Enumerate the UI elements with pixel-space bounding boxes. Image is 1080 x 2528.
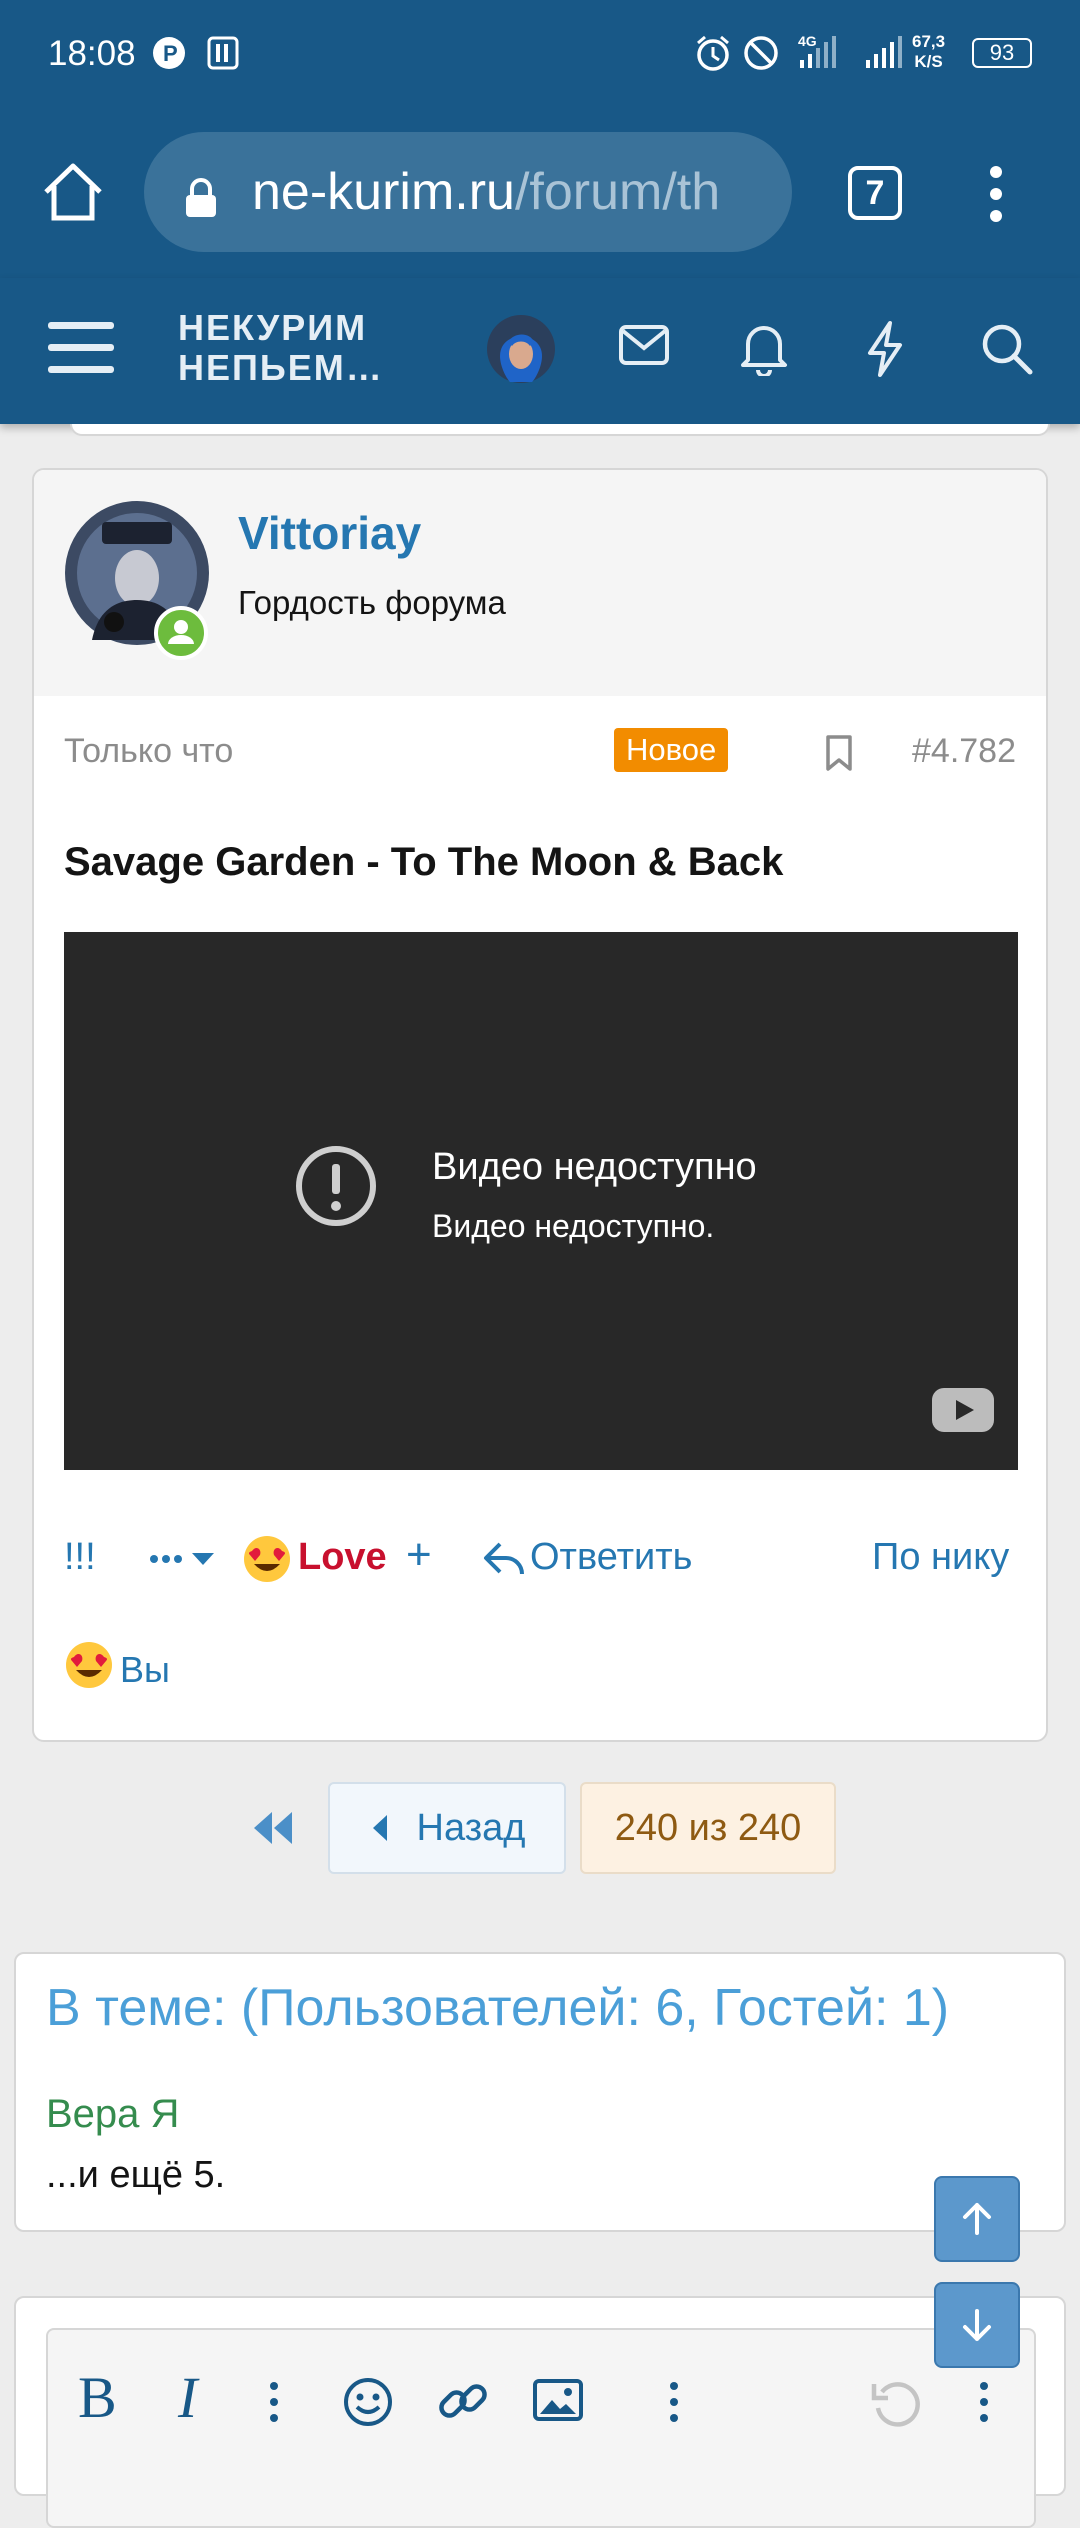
more-options-icon[interactable] (148, 1542, 220, 1585)
battery-level: 93 (989, 40, 1015, 65)
battery-icon: 93 (972, 38, 1032, 68)
quote-by-nick-button[interactable]: По нику (872, 1536, 1009, 1579)
reactions-you-label: Вы (120, 1648, 170, 1690)
video-embed[interactable]: Видео недоступно Видео недоступно. (64, 932, 1018, 1470)
url-path: /forum/th (514, 163, 721, 221)
undo-icon[interactable] (868, 2374, 924, 2435)
bold-button[interactable]: B (78, 2364, 117, 2431)
address-bar[interactable]: ne-kurim.ru/forum/th (144, 132, 792, 252)
home-icon[interactable] (40, 160, 106, 231)
page-label: 240 из 240 (614, 1806, 802, 1849)
arrow-up-icon (963, 2203, 991, 2235)
avatar[interactable] (486, 314, 556, 389)
hamburger-menu-icon[interactable] (48, 318, 114, 383)
post-number[interactable]: #4.782 (912, 732, 1016, 771)
url-host: ne-kurim.ru (252, 163, 515, 221)
whats-new-lightning-icon[interactable] (864, 320, 906, 383)
link-icon[interactable] (436, 2374, 492, 2435)
network-speed-value: 67,3 (912, 32, 946, 51)
in-topic-user[interactable]: Вера Я (46, 2092, 179, 2137)
scroll-to-top-button[interactable] (934, 2176, 1020, 2262)
video-error-title: Видео недоступно (432, 1146, 757, 1188)
lock-icon[interactable] (184, 172, 218, 232)
editor-toolbar: B I (46, 2328, 1036, 2528)
browser-menu-icon[interactable] (984, 162, 1008, 231)
search-icon[interactable] (980, 322, 1034, 381)
previous-post-edge (70, 424, 1050, 436)
post-username[interactable]: Vittoriay (238, 506, 421, 560)
in-topic-header: В теме: (Пользователей: 6, Гостей: 1) (46, 1979, 950, 2037)
user-title: Гордость форума (238, 584, 506, 621)
reply-arrow-icon (482, 1540, 526, 1588)
italic-button[interactable]: I (178, 2364, 197, 2431)
add-reaction-button[interactable]: + (406, 1530, 432, 1580)
tab-count: 7 (865, 174, 885, 212)
current-page-indicator[interactable]: 240 из 240 (580, 1782, 836, 1874)
sim-notification-icon (206, 36, 240, 75)
post-title: Savage Garden - To The Moon & Back (64, 840, 784, 884)
tab-switcher-button[interactable]: 7 (848, 166, 902, 220)
love-emoji-icon (242, 1534, 292, 1594)
alarm-icon (694, 34, 732, 77)
back-button[interactable]: Назад (328, 1782, 566, 1874)
arrow-down-icon (963, 2309, 991, 2341)
browser-toolbar: ne-kurim.ru/forum/th 7 (0, 110, 1080, 278)
svg-text:P: P (163, 41, 178, 66)
inbox-icon[interactable] (618, 324, 670, 373)
post-time[interactable]: Только что (64, 732, 233, 771)
scroll-to-bottom-button[interactable] (934, 2282, 1020, 2368)
forum-navbar: НЕКУРИМ НЕПЬЕМ… (0, 278, 1080, 424)
forum-logo-line2: НЕПЬЕМ… (178, 347, 384, 388)
status-bar: 18:08 P 4G 67,3 K/S 93 (0, 0, 1080, 110)
more-insert-icon[interactable] (668, 2380, 680, 2429)
alerts-bell-icon[interactable] (740, 320, 788, 381)
image-icon[interactable] (532, 2378, 584, 2427)
editor-menu-icon[interactable] (978, 2380, 990, 2429)
svg-text:4G: 4G (798, 33, 817, 49)
reactions-summary[interactable]: Вы (64, 1640, 170, 1699)
network-speed-unit: K/S (914, 52, 943, 71)
forum-logo-line1: НЕКУРИМ (178, 307, 368, 348)
status-time: 18:08 (48, 34, 136, 73)
signal-4g-icon: 4G (798, 32, 858, 77)
post-actions-bar: !!! Love + Ответить По нику (34, 1528, 1046, 1598)
forum-logo[interactable]: НЕКУРИМ НЕПЬЕМ… (178, 308, 384, 388)
emoji-icon[interactable] (342, 2376, 394, 2433)
reply-editor: B I (14, 2296, 1066, 2528)
new-badge: Новое (614, 728, 729, 772)
love-reaction-button[interactable]: Love (298, 1536, 387, 1579)
bookmark-icon[interactable] (824, 734, 854, 777)
in-topic-block: В теме: (Пользователей: 6, Гостей: 1) Ве… (14, 1952, 1066, 2232)
post-card: Vittoriay Гордость форума Только что Нов… (32, 468, 1048, 1742)
post-user-header: Vittoriay Гордость форума (34, 470, 1046, 696)
network-speed: 67,3 K/S (912, 32, 945, 72)
error-exclamation-icon (294, 1144, 378, 1233)
do-not-disturb-icon (742, 34, 780, 77)
more-format-icon[interactable] (268, 2380, 280, 2429)
app-notification-icon: P (152, 36, 186, 75)
caret-left-icon (372, 1815, 387, 1841)
video-error-subtitle: Видео недоступно. (432, 1208, 715, 1244)
back-label: Назад (416, 1806, 526, 1849)
reply-button[interactable]: Ответить (530, 1536, 692, 1579)
in-topic-more: ...и ещё 5. (46, 2154, 226, 2196)
online-status-icon (154, 606, 208, 665)
first-page-icon[interactable] (250, 1808, 296, 1853)
love-emoji-icon (64, 1640, 114, 1699)
youtube-logo-icon[interactable] (932, 1388, 994, 1437)
exclaim-button[interactable]: !!! (64, 1536, 96, 1579)
signal-bars-icon (864, 32, 904, 77)
